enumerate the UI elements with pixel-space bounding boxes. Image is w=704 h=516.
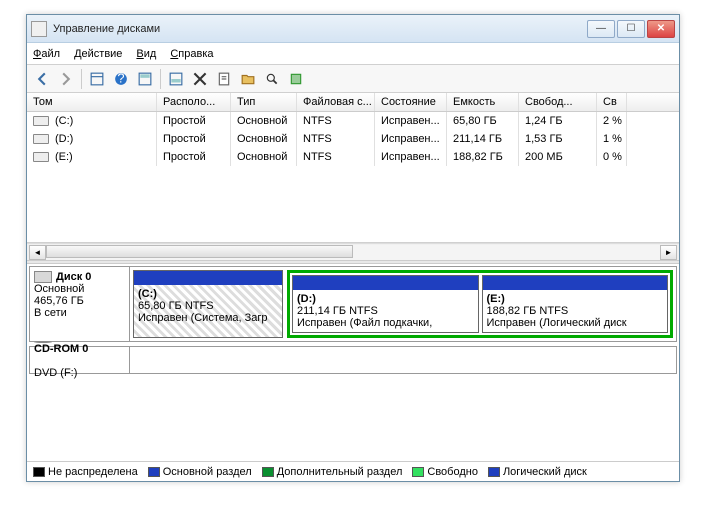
menu-file[interactable]: Файл — [33, 48, 60, 60]
legend-logical: Логический диск — [488, 466, 587, 478]
col-status[interactable]: Состояние — [375, 93, 447, 111]
table-row[interactable]: (E:)ПростойОсновнойNTFSИсправен...188,82… — [27, 148, 679, 166]
svg-text:?: ? — [117, 72, 124, 86]
help-button[interactable]: ? — [110, 68, 132, 90]
scroll-thumb[interactable] — [46, 245, 353, 258]
view-top-button[interactable] — [134, 68, 156, 90]
scroll-right-button[interactable]: ► — [660, 245, 677, 260]
menu-action[interactable]: Действие — [74, 48, 122, 60]
col-type[interactable]: Тип — [231, 93, 297, 111]
partition-d[interactable]: (D:) 211,14 ГБ NTFS Исправен (Файл подка… — [292, 275, 479, 333]
settings-button[interactable] — [285, 68, 307, 90]
minimize-button[interactable]: — — [587, 20, 615, 38]
h-scrollbar[interactable]: ◄ ► — [27, 243, 679, 260]
volume-icon — [33, 134, 49, 144]
volume-list-header: Том Располо... Тип Файловая с... Состоян… — [27, 93, 679, 112]
disk-icon — [34, 271, 52, 283]
col-volume[interactable]: Том — [27, 93, 157, 111]
legend-primary: Основной раздел — [148, 466, 252, 478]
window-title: Управление дисками — [53, 23, 587, 35]
extended-partition-wrap: (D:) 211,14 ГБ NTFS Исправен (Файл подка… — [287, 270, 673, 338]
col-pct[interactable]: Св — [597, 93, 627, 111]
menu-help[interactable]: Справка — [170, 48, 213, 60]
volume-icon — [33, 152, 49, 162]
refresh-button[interactable] — [165, 68, 187, 90]
disk-graphical-view: Диск 0 Основной 465,76 ГБ В сети (C:) 65… — [27, 264, 679, 461]
menu-view[interactable]: Вид — [136, 48, 156, 60]
forward-button[interactable] — [55, 68, 77, 90]
legend-extended: Дополнительный раздел — [262, 466, 403, 478]
scroll-left-button[interactable]: ◄ — [29, 245, 46, 260]
toolbar: ? — [27, 65, 679, 93]
titlebar[interactable]: Управление дисками — ☐ ✕ — [27, 15, 679, 43]
table-row[interactable]: (D:)ПростойОсновнойNTFSИсправен...211,14… — [27, 130, 679, 148]
disk-management-window: Управление дисками — ☐ ✕ Файл Действие В… — [26, 14, 680, 482]
properties-button[interactable] — [213, 68, 235, 90]
partition-e[interactable]: (E:) 188,82 ГБ NTFS Исправен (Логический… — [482, 275, 669, 333]
col-fs[interactable]: Файловая с... — [297, 93, 375, 111]
disk-row[interactable]: Диск 0 Основной 465,76 ГБ В сети (C:) 65… — [29, 266, 677, 342]
back-button[interactable] — [31, 68, 53, 90]
maximize-button[interactable]: ☐ — [617, 20, 645, 38]
volume-icon — [33, 116, 49, 126]
col-free[interactable]: Свобод... — [519, 93, 597, 111]
app-icon — [31, 21, 47, 37]
table-row[interactable]: (C:)ПростойОсновнойNTFSИсправен...65,80 … — [27, 112, 679, 130]
delete-button[interactable] — [189, 68, 211, 90]
legend: Не распределена Основной раздел Дополнит… — [27, 461, 679, 481]
close-button[interactable]: ✕ — [647, 20, 675, 38]
cdrom-row[interactable]: CD-ROM 0 DVD (F:) — [29, 346, 677, 374]
volume-list: Том Располо... Тип Файловая с... Состоян… — [27, 93, 679, 243]
view-list-button[interactable] — [86, 68, 108, 90]
legend-unallocated: Не распределена — [33, 466, 138, 478]
find-button[interactable] — [261, 68, 283, 90]
disk-header[interactable]: Диск 0 Основной 465,76 ГБ В сети — [30, 267, 130, 341]
menubar: Файл Действие Вид Справка — [27, 43, 679, 65]
legend-free: Свободно — [412, 466, 478, 478]
col-capacity[interactable]: Емкость — [447, 93, 519, 111]
partition-c[interactable]: (C:) 65,80 ГБ NTFS Исправен (Система, За… — [133, 270, 283, 338]
open-button[interactable] — [237, 68, 259, 90]
col-layout[interactable]: Располо... — [157, 93, 231, 111]
